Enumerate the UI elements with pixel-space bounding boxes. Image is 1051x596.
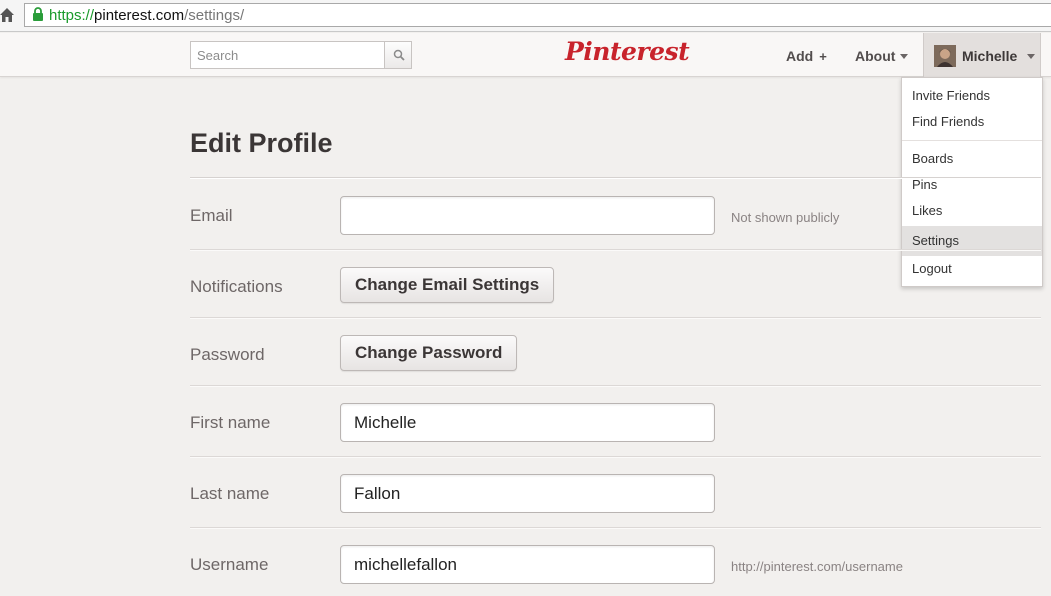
- browser-url-bar: https://pinterest.com/settings/: [0, 0, 1051, 32]
- url-host: pinterest.com: [94, 7, 185, 24]
- search-button[interactable]: [384, 41, 412, 69]
- menu-item-find-friends[interactable]: Find Friends: [902, 109, 1042, 135]
- notifications-label: Notifications: [190, 277, 283, 296]
- change-password-button[interactable]: Change Password: [340, 335, 518, 371]
- password-label: Password: [190, 345, 265, 364]
- row-divider: [190, 317, 1041, 319]
- username-label: Username: [190, 555, 269, 574]
- address-field[interactable]: https://pinterest.com/settings/: [24, 3, 1051, 27]
- row-divider: [190, 527, 1041, 529]
- add-menu[interactable]: Add +: [786, 48, 827, 64]
- email-label: Email: [190, 206, 233, 225]
- title-divider: [190, 177, 1041, 179]
- about-label: About: [855, 48, 896, 64]
- pinterest-logo[interactable]: Pinterest: [565, 37, 690, 66]
- user-menu[interactable]: Michelle: [923, 33, 1041, 77]
- username-field[interactable]: [340, 545, 715, 584]
- change-email-settings-button[interactable]: Change Email Settings: [340, 267, 555, 303]
- search-icon: [393, 49, 405, 61]
- url-text: https://pinterest.com/settings/: [49, 7, 244, 24]
- page-title: Edit Profile: [190, 128, 333, 158]
- row-divider: [190, 456, 1041, 458]
- home-icon[interactable]: [0, 7, 14, 23]
- email-hint: Not shown publicly: [731, 210, 840, 225]
- first-name-field[interactable]: [340, 403, 715, 442]
- last-name-label: Last name: [190, 484, 270, 503]
- menu-item-settings[interactable]: Settings: [902, 226, 1042, 256]
- user-name: Michelle: [962, 48, 1018, 64]
- menu-item-invite-friends[interactable]: Invite Friends: [902, 83, 1042, 109]
- site-header: Pinterest Add + About Michelle: [0, 33, 1051, 77]
- row-divider: [190, 385, 1041, 387]
- menu-item-boards[interactable]: Boards: [902, 146, 1042, 172]
- chevron-down-icon: [900, 53, 909, 59]
- search-input[interactable]: [190, 41, 385, 69]
- username-hint: http://pinterest.com/username: [731, 559, 903, 574]
- about-menu[interactable]: About: [855, 48, 909, 64]
- first-name-label: First name: [190, 413, 271, 432]
- last-name-field[interactable]: [340, 474, 715, 513]
- avatar: [934, 45, 956, 67]
- search-box: [190, 41, 412, 69]
- row-divider: [190, 249, 1041, 251]
- plus-icon: +: [819, 49, 827, 64]
- email-field[interactable]: [340, 196, 715, 235]
- url-path: /settings/: [184, 7, 245, 24]
- menu-item-pins[interactable]: Pins: [902, 172, 1042, 198]
- menu-item-likes[interactable]: Likes: [902, 198, 1042, 224]
- url-scheme: https://: [49, 7, 95, 24]
- lock-icon: [33, 7, 43, 21]
- menu-divider: [902, 140, 1042, 141]
- user-dropdown-menu: Invite Friends Find Friends Boards Pins …: [901, 77, 1043, 287]
- add-label: Add: [786, 48, 814, 64]
- menu-item-logout[interactable]: Logout: [902, 256, 1042, 282]
- chevron-down-icon: [1027, 54, 1035, 59]
